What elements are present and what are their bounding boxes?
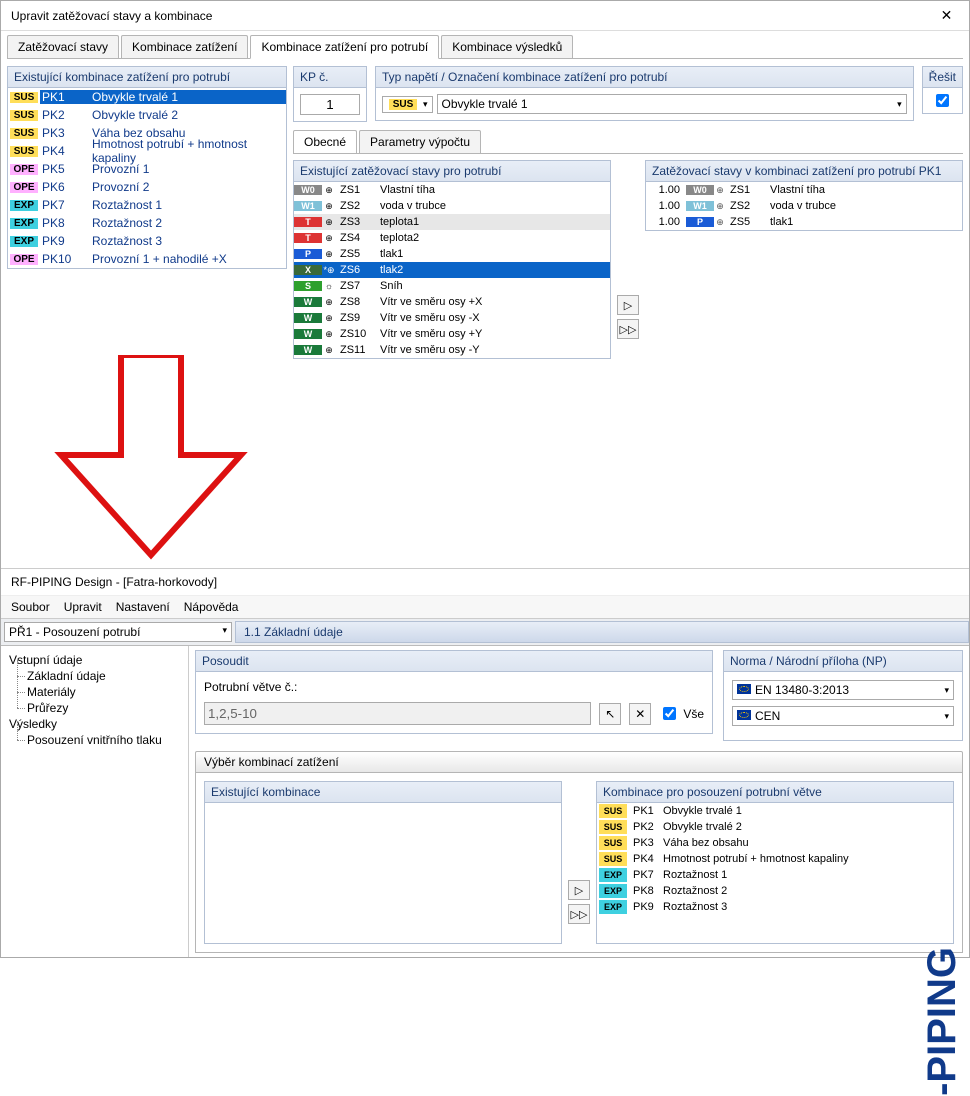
all-checkbox[interactable]	[663, 707, 676, 720]
lc-right-head: Zatěžovací stavy v kombinaci zatížení pr…	[645, 160, 963, 182]
pk-row[interactable]: OPEPK10Provozní 1 + nahodilé +X	[8, 250, 286, 268]
existing-pk-head: Existující kombinace zatížení pro potrub…	[7, 66, 287, 88]
lc-row[interactable]: X*⊕ZS6tlak2	[294, 262, 610, 278]
tag-ope: OPE	[10, 254, 38, 265]
norm1-select[interactable]: EN 13480-3:2013 ▾	[732, 680, 954, 700]
chevron-down-icon: ▾	[897, 99, 902, 110]
tag-exp: EXP	[10, 218, 38, 229]
selcombo-head: Výběr kombinací zatížení	[195, 751, 963, 773]
pk-combo-row[interactable]: SUSPK1Obvykle trvalé 1	[597, 803, 953, 819]
lc-row[interactable]: S☼ZS7Sníh	[294, 278, 610, 294]
tag-exp: EXP	[10, 200, 38, 211]
chevron-down-icon: ▾	[222, 625, 227, 639]
branch-input[interactable]	[204, 702, 591, 725]
pk-combo-row[interactable]: SUSPK4Hmotnost potrubí + hmotnost kapali…	[597, 851, 953, 867]
pk-row[interactable]: EXPPK8Roztažnost 2	[8, 214, 286, 232]
subtab[interactable]: Obecné	[293, 130, 357, 154]
lc-row[interactable]: W⊕ZS11Vítr ve směru osy -Y	[294, 342, 610, 358]
lc-row[interactable]: P⊕ZS5tlak1	[294, 246, 610, 262]
lc-comb-row[interactable]: 1.00W1⊕ZS2voda v trubce	[646, 198, 962, 214]
dlg-tab[interactable]: Kombinace zatížení pro potrubí	[250, 35, 439, 59]
eu-flag-icon	[737, 710, 751, 720]
pk-combo-row[interactable]: EXPPK8Roztažnost 2	[597, 883, 953, 899]
pk-combo-row[interactable]: SUSPK3Váha bez obsahu	[597, 835, 953, 851]
lc-row[interactable]: W⊕ZS10Vítr ve směru osy +Y	[294, 326, 610, 342]
stress-name-select[interactable]: Obvykle trvalé 1▾	[437, 94, 907, 114]
chevron-down-icon: ▾	[423, 99, 428, 110]
chevron-down-icon: ▾	[944, 685, 949, 696]
tree-root-results[interactable]: Výsledky	[9, 716, 180, 732]
menu-item[interactable]: Nastavení	[116, 600, 170, 614]
lc-left-head: Existující zatěžovací stavy pro potrubí	[293, 160, 611, 182]
lc-row[interactable]: W1⊕ZS2voda v trubce	[294, 198, 610, 214]
pk-row[interactable]: SUSPK1Obvykle trvalé 1	[8, 88, 286, 106]
big-red-arrow	[1, 355, 301, 565]
pk-row[interactable]: EXPPK9Roztažnost 3	[8, 232, 286, 250]
solve-checkbox[interactable]	[936, 94, 949, 107]
lc-row[interactable]: W⊕ZS9Vítr ve směru osy -X	[294, 310, 610, 326]
pick-icon[interactable]: ↖	[599, 703, 621, 725]
tag-sus: SUS	[10, 128, 38, 139]
tree-item[interactable]: Posouzení vnitřního tlaku	[9, 732, 180, 748]
eu-flag-icon	[737, 684, 751, 694]
lc-row[interactable]: T⊕ZS4teplota2	[294, 230, 610, 246]
dlg-tab[interactable]: Kombinace výsledků	[441, 35, 573, 59]
kpc-input[interactable]	[300, 94, 360, 115]
clear-icon[interactable]: ✕	[629, 703, 651, 725]
win2-title: RF-PIPING Design - [Fatra-horkovody]	[1, 569, 969, 595]
dlg-tab[interactable]: Zatěžovací stavy	[7, 35, 119, 59]
stress-type-select[interactable]: SUS▾	[382, 96, 433, 113]
close-button[interactable]: ✕	[924, 1, 969, 31]
pk-row[interactable]: OPEPK5Provozní 1	[8, 160, 286, 178]
dlg-tab[interactable]: Kombinace zatížení	[121, 35, 248, 59]
tree-root-input[interactable]: Vstupní údaje	[9, 652, 180, 668]
pk-row[interactable]: OPEPK6Provozní 2	[8, 178, 286, 196]
lc-comb-row[interactable]: 1.00W0⊕ZS1Vlastní tíha	[646, 182, 962, 198]
tag-sus: SUS	[10, 92, 38, 103]
lc-row[interactable]: T⊕ZS3teplota1	[294, 214, 610, 230]
tree-item[interactable]: Průřezy	[9, 700, 180, 716]
tree-item[interactable]: Základní údaje	[9, 668, 180, 684]
pk-row[interactable]: SUSPK2Obvykle trvalé 2	[8, 106, 286, 124]
tag-sus: SUS	[10, 146, 38, 157]
add-one-button[interactable]: ▷	[568, 880, 590, 900]
pk-combo-row[interactable]: EXPPK7Roztažnost 1	[597, 867, 953, 883]
stress-head: Typ napětí / Označení kombinace zatížení…	[375, 66, 914, 88]
watermark: -PIPING	[920, 947, 965, 1096]
lc-row[interactable]: W⊕ZS8Vítr ve směru osy +X	[294, 294, 610, 310]
case-select[interactable]: PŘ1 - Posouzení potrubí▾	[4, 622, 232, 642]
menu-item[interactable]: Nápověda	[184, 600, 239, 614]
existing-combo-head: Existující kombinace	[204, 781, 562, 803]
tag-exp: EXP	[10, 236, 38, 247]
pk-row[interactable]: SUSPK4Hmotnost potrubí + hmotnost kapali…	[8, 142, 286, 160]
pk-row[interactable]: EXPPK7Roztažnost 1	[8, 196, 286, 214]
norm-head: Norma / Národní příloha (NP)	[723, 650, 963, 672]
solve-head: Řešit	[922, 66, 963, 88]
subtab[interactable]: Parametry výpočtu	[359, 130, 481, 154]
menu-item[interactable]: Upravit	[64, 600, 102, 614]
dialog-title: Upravit zatěžovací stavy a kombinace	[11, 9, 212, 23]
add-all-button[interactable]: ▷▷	[568, 904, 590, 924]
tag-ope: OPE	[10, 164, 38, 175]
menu-item[interactable]: Soubor	[11, 600, 50, 614]
all-checkbox-label[interactable]: Vše	[659, 704, 704, 723]
chevron-down-icon: ▾	[944, 711, 949, 722]
add-all-button[interactable]: ▷▷	[617, 319, 639, 339]
tag-ope: OPE	[10, 182, 38, 193]
pk-combo-head: Kombinace pro posouzení potrubní větve	[596, 781, 954, 803]
branch-label: Potrubní větve č.:	[204, 680, 704, 694]
kpc-head: KP č.	[293, 66, 367, 88]
assess-head: Posoudit	[195, 650, 713, 672]
norm2-select[interactable]: CEN ▾	[732, 706, 954, 726]
pk-combo-row[interactable]: EXPPK9Roztažnost 3	[597, 899, 953, 915]
tag-sus: SUS	[10, 110, 38, 121]
existing-combo-list[interactable]	[204, 803, 562, 944]
tree-item[interactable]: Materiály	[9, 684, 180, 700]
lc-comb-row[interactable]: 1.00P⊕ZS5tlak1	[646, 214, 962, 230]
pk-combo-row[interactable]: SUSPK2Obvykle trvalé 2	[597, 819, 953, 835]
section-title: 1.1 Základní údaje	[235, 621, 969, 643]
add-one-button[interactable]: ▷	[617, 295, 639, 315]
lc-row[interactable]: W0⊕ZS1Vlastní tíha	[294, 182, 610, 198]
